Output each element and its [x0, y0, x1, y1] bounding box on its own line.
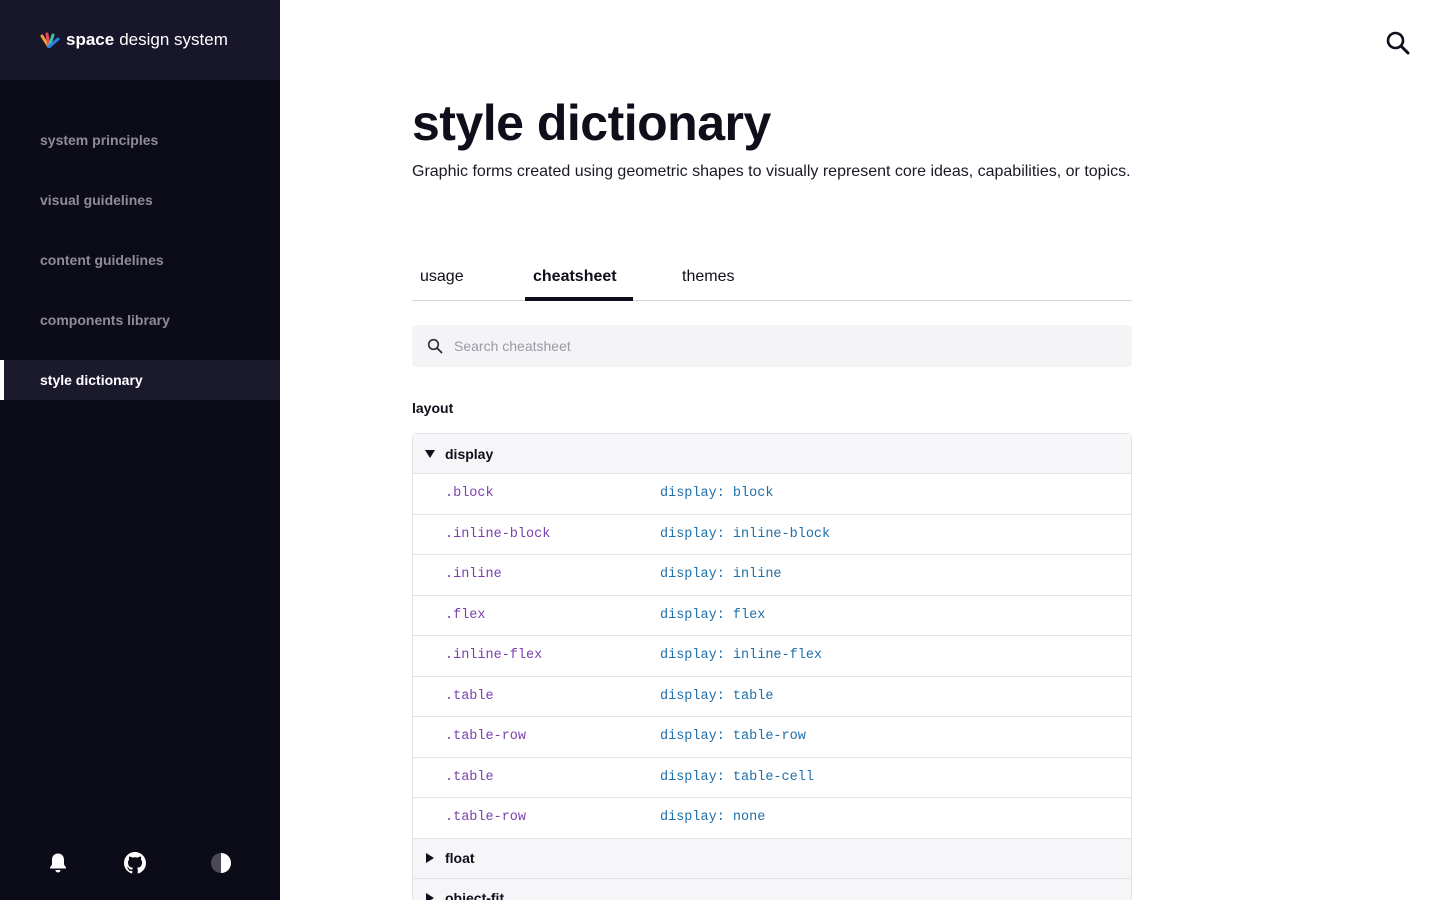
tab-bar: usage cheatsheet themes: [412, 262, 1132, 301]
tab-usage[interactable]: usage: [420, 268, 464, 286]
table-row: .table-row display: table-row: [413, 717, 1131, 758]
tab-themes[interactable]: themes: [682, 268, 734, 286]
table-row: .flex display: flex: [413, 596, 1131, 636]
property-value: display: table: [660, 688, 774, 704]
table-row: .block display: block: [413, 474, 1131, 515]
property-value: display: table-cell: [660, 769, 814, 785]
tab-cheatsheet[interactable]: cheatsheet: [533, 268, 617, 286]
section-title: layout: [412, 400, 454, 416]
property-value: display: inline: [660, 567, 782, 583]
class-name: .inline: [445, 567, 502, 583]
caret-down-icon: [425, 449, 435, 459]
caret-right-icon: [425, 893, 435, 900]
sidebar-nav: system principles visual guidelines cont…: [0, 120, 280, 400]
sidebar: space design system system principles vi…: [0, 0, 280, 900]
group-label: float: [445, 850, 475, 866]
sidebar-item-components-library[interactable]: components library: [0, 300, 280, 340]
table-row: .inline display: inline: [413, 555, 1131, 596]
table-row: .inline-block display: inline-block: [413, 515, 1131, 555]
class-name: .table-row: [445, 810, 527, 826]
property-value: display: inline-block: [660, 526, 831, 542]
sidebar-item-system-principles[interactable]: system principles: [0, 120, 280, 160]
class-name: .table-row: [445, 729, 527, 745]
sidebar-item-visual-guidelines[interactable]: visual guidelines: [0, 180, 280, 220]
sidebar-item-content-guidelines[interactable]: content guidelines: [0, 240, 280, 280]
cheatsheet-table: display .block display: block .inline-bl…: [412, 433, 1132, 900]
class-name: .flex: [445, 607, 486, 623]
active-tab-indicator: [525, 297, 633, 301]
brand-subtitle: design system: [119, 30, 228, 49]
class-name: .table: [445, 769, 494, 785]
search-input[interactable]: [454, 338, 1094, 354]
bell-icon[interactable]: [46, 850, 70, 876]
group-float[interactable]: float: [413, 838, 1131, 879]
table-row: .table-row display: none: [413, 798, 1131, 839]
page-title: style dictionary: [412, 95, 771, 151]
class-name: .inline-flex: [445, 648, 543, 664]
table-row: .table display: table-cell: [413, 758, 1131, 798]
brand[interactable]: space design system: [0, 0, 280, 80]
class-name: .block: [445, 486, 494, 502]
table-row: .table display: table: [413, 677, 1131, 717]
class-name: .inline-block: [445, 526, 551, 542]
github-icon[interactable]: [123, 850, 147, 876]
brand-name: space: [66, 30, 115, 49]
search-icon[interactable]: [1384, 29, 1412, 57]
search-icon: [427, 338, 443, 354]
table-row: .inline-flex display: inline-flex: [413, 636, 1131, 677]
property-value: display: none: [660, 810, 766, 826]
group-label: display: [445, 445, 494, 462]
space-logo-icon: [40, 32, 60, 48]
sidebar-footer: [0, 850, 280, 878]
group-label: object-fit: [445, 890, 505, 900]
theme-toggle-icon[interactable]: [209, 850, 233, 876]
group-display[interactable]: display: [413, 434, 1131, 474]
sidebar-item-style-dictionary[interactable]: style dictionary: [0, 360, 280, 400]
property-value: display: table-row: [660, 729, 806, 745]
property-value: display: flex: [660, 607, 766, 623]
property-value: display: inline-flex: [660, 648, 823, 664]
property-value: display: block: [660, 486, 774, 502]
caret-right-icon: [425, 853, 435, 863]
group-object-fit[interactable]: object-fit: [413, 878, 1131, 900]
page-description: Graphic forms created using geometric sh…: [412, 163, 1131, 180]
cheatsheet-search[interactable]: [412, 325, 1132, 367]
class-name: .table: [445, 688, 494, 704]
